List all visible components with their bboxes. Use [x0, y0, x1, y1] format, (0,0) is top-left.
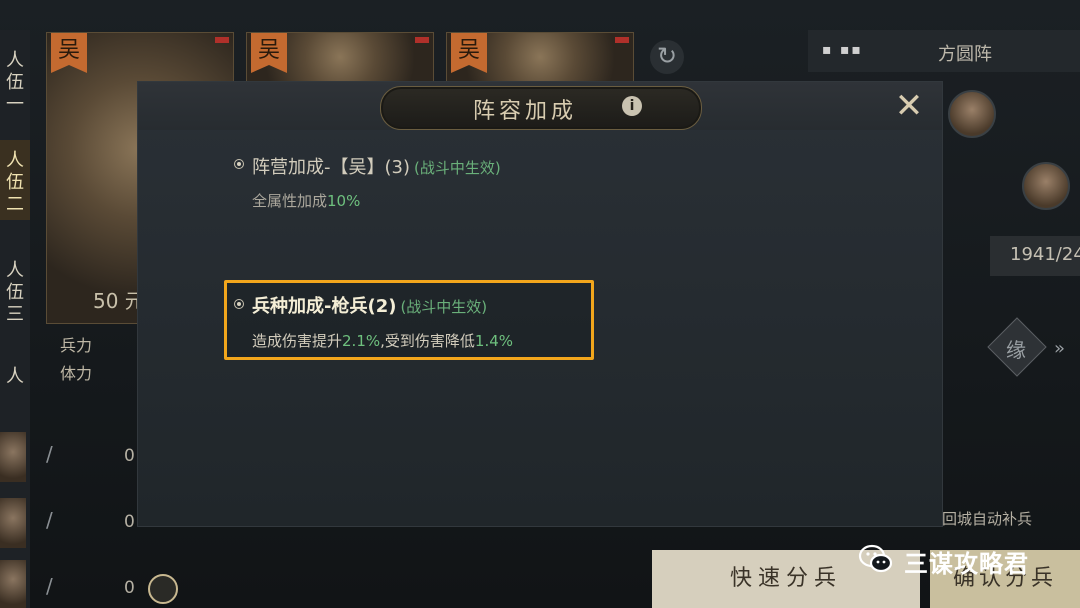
status-mark: [215, 37, 229, 43]
slider-handle[interactable]: [148, 574, 178, 604]
close-icon[interactable]: ✕: [890, 88, 928, 126]
status-mark: [415, 37, 429, 43]
bonus-title-text: 兵种加成-枪兵(2): [252, 296, 397, 317]
chevron-right-icon[interactable]: »: [1054, 338, 1065, 359]
squad-tab-3-label: 人 伍 三: [6, 260, 24, 325]
wechat-icon: [858, 544, 893, 573]
refresh-icon[interactable]: ↻: [650, 40, 684, 74]
auto-refill-label[interactable]: 回城自动补兵: [942, 508, 1032, 529]
stamina-label: 体力: [60, 364, 93, 383]
bonus-value: 2.1%: [342, 332, 381, 350]
formation-selector[interactable]: ▪ ▪▪ 方圆阵: [808, 30, 1080, 72]
avatar[interactable]: [1022, 162, 1070, 210]
troop-count: 1941/24: [990, 236, 1080, 276]
squad-tab-2-label: 人 伍 二: [6, 150, 24, 215]
bonus-description: 全属性加成10%: [252, 190, 360, 211]
row-value: 0: [124, 512, 135, 532]
bonus-title: 阵营加成-【吴】(3) (战斗中生效): [252, 153, 501, 179]
formation-label: 方圆阵: [938, 44, 992, 65]
squad-tab-2[interactable]: 人 伍 二: [0, 140, 30, 220]
row-portrait: [0, 498, 26, 548]
formation-grid-icon: ▪ ▪▪: [822, 42, 863, 58]
bonus-item-troop-type: 兵种加成-枪兵(2) (战斗中生效) 造成伤害提升2.1%,受到伤害降低1.4%: [226, 290, 606, 354]
squad-tab-1[interactable]: 人 伍 一: [0, 40, 30, 120]
bonus-description: 造成伤害提升2.1%,受到伤害降低1.4%: [252, 330, 513, 351]
watermark-text: 三谋攻略君: [904, 550, 1029, 578]
troop-strength-label: 兵力: [60, 336, 93, 355]
bonus-value: 1.4%: [474, 332, 514, 350]
squad-tab-4[interactable]: 人: [0, 356, 30, 396]
bonus-title: 兵种加成-枪兵(2) (战斗中生效): [252, 292, 487, 318]
info-icon[interactable]: i: [622, 96, 642, 116]
edit-icon[interactable]: /: [46, 508, 53, 532]
edit-icon[interactable]: /: [46, 442, 53, 466]
edit-icon[interactable]: /: [46, 574, 53, 598]
row-value: 0: [124, 446, 135, 466]
row-portrait: [0, 432, 26, 482]
status-mark: [615, 37, 629, 43]
bonus-desc-text: ,受到伤害降低: [380, 332, 475, 350]
bonus-value: 10%: [327, 192, 361, 210]
bonus-note: (战斗中生效): [414, 159, 501, 177]
squad-tab-1-label: 人 伍 一: [6, 50, 24, 115]
row-portrait: [0, 560, 26, 608]
avatar[interactable]: [948, 90, 996, 138]
bonus-title-text: 阵营加成-【吴】(3): [252, 157, 410, 178]
bullet-icon: [234, 299, 244, 309]
row-value: 0: [124, 578, 135, 598]
bonus-note: (战斗中生效): [400, 298, 488, 316]
bonus-desc-text: 全属性加成: [252, 192, 328, 210]
bond-label: 缘: [1006, 338, 1026, 362]
bonus-desc-text: 造成伤害提升: [252, 332, 343, 350]
squad-tab-4-label: 人: [6, 366, 24, 387]
bonus-item-faction: 阵营加成-【吴】(3) (战斗中生效) 全属性加成10%: [226, 150, 606, 220]
bullet-icon: [234, 159, 244, 169]
squad-tab-3[interactable]: 人 伍 三: [0, 250, 30, 330]
